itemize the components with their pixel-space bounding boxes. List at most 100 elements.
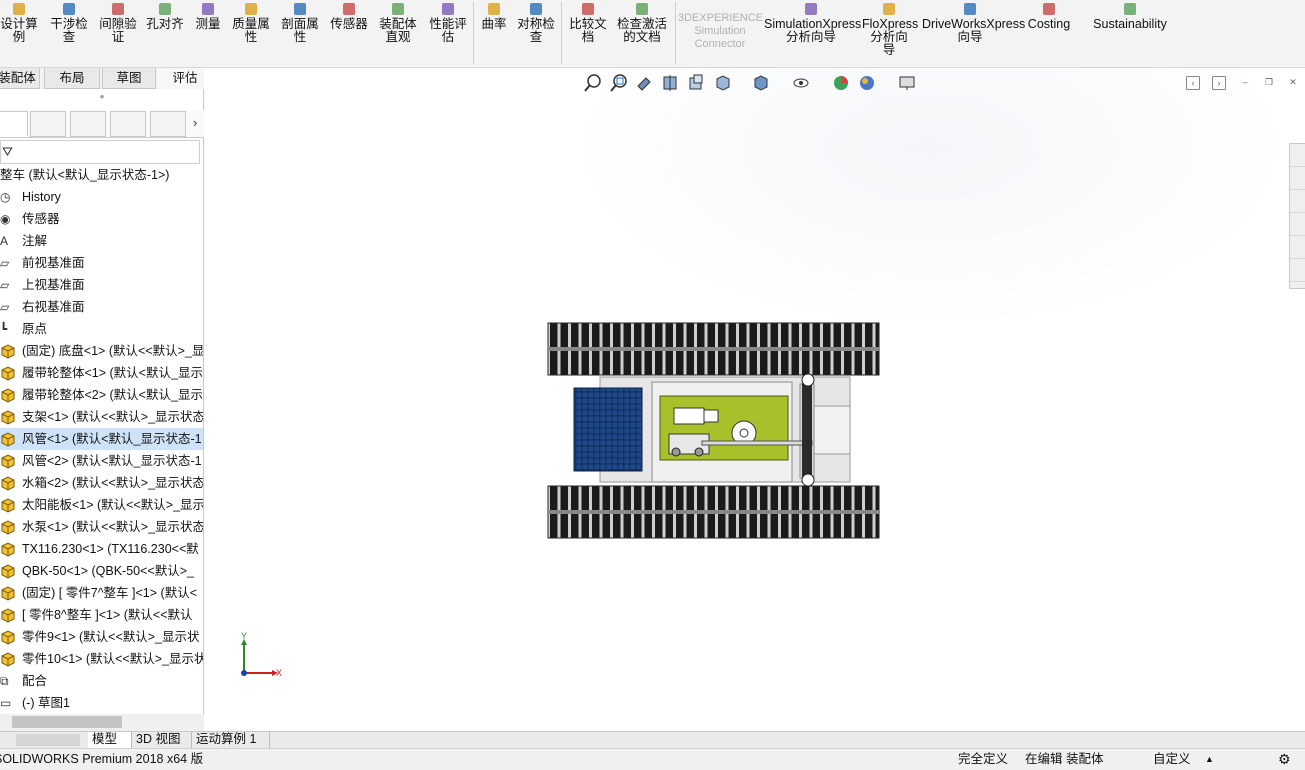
manager-tabs: ›	[0, 110, 204, 138]
tree-root-assembly[interactable]: 整车 (默认<默认_显示状态-1>)	[0, 164, 203, 186]
design-study-button[interactable]: 设计算 例	[0, 0, 38, 44]
edit-appearance-icon[interactable]	[830, 72, 852, 94]
design-library-icon[interactable]	[1290, 168, 1305, 190]
restore-icon[interactable]: ❐	[1262, 76, 1276, 90]
dimxpertmanager-tab[interactable]	[110, 111, 146, 137]
track-assembly-bottom[interactable]	[547, 485, 880, 539]
tile-right-icon[interactable]: ›	[1212, 76, 1226, 90]
tree-item[interactable]: 水泵<1> (默认<<默认>_显示状态	[0, 516, 203, 538]
assemblyxpert-button[interactable]: 装配体 直观	[376, 0, 420, 44]
driveworksxpress-icon	[961, 0, 979, 18]
tree-item[interactable]: 风管<2> (默认<默认_显示状态-1	[0, 450, 203, 472]
tree-item[interactable]: 履带轮整体<1> (默认<默认_显示	[0, 362, 203, 384]
tree-filter[interactable]: ⛛	[0, 140, 200, 164]
solidworks-resources-icon[interactable]	[1290, 145, 1305, 167]
configurationmanager-tab[interactable]	[70, 111, 106, 137]
displaymanager-tab[interactable]	[150, 111, 186, 137]
ribbon-button-label: 间隙验 证	[99, 17, 137, 44]
solar-panel-part[interactable]	[573, 387, 643, 472]
tab-2[interactable]: 草图	[102, 68, 156, 89]
plane-icon: ▱	[0, 278, 10, 292]
check-active-document-button[interactable]: 检查激活 的文档	[614, 0, 670, 44]
tree-item[interactable]: ┗ 原点	[0, 318, 203, 340]
tree-item[interactable]: ⧉ 配合	[0, 670, 203, 692]
tree-item[interactable]: (固定) 底盘<1> (默认<<默认>_显	[0, 340, 203, 362]
air-duct-part[interactable]	[701, 440, 813, 446]
tree-item[interactable]: ▭ (-) 草图1	[0, 692, 203, 714]
compare-documents-button[interactable]: 比较文 档	[566, 0, 610, 44]
display-style-icon[interactable]	[750, 72, 772, 94]
bottom-tab-1[interactable]: 3D 视图	[132, 732, 192, 748]
mass-properties-button[interactable]: 质量属 性	[229, 0, 273, 44]
apply-scene-icon[interactable]	[856, 72, 878, 94]
sensor-button[interactable]: 传感器	[327, 0, 371, 31]
minimize-icon[interactable]: –	[1238, 76, 1252, 90]
view-palette-icon[interactable]	[1290, 214, 1305, 236]
floxpress-button[interactable]: FloXpress 分析向 导	[862, 0, 918, 57]
sustainability-button[interactable]: Sustainability	[1092, 0, 1168, 31]
tree-item[interactable]: 履带轮整体<2> (默认<默认_显示	[0, 384, 203, 406]
graphics-area[interactable]: Y X	[204, 68, 1305, 731]
section-view-icon[interactable]	[660, 72, 682, 94]
clearance-verification-button[interactable]: 间隙验 证	[96, 0, 140, 44]
tree-item[interactable]: ◷ History	[0, 186, 203, 208]
custom-properties-icon[interactable]	[1290, 260, 1305, 282]
bottom-tab-2[interactable]: 运动算例 1	[192, 732, 270, 748]
driveworksxpress-button[interactable]: DriveWorksXpress 向导	[922, 0, 1025, 44]
tree-item[interactable]: [ 零件8^整车 ]<1> (默认<<默认	[0, 604, 203, 626]
tree-item[interactable]: A 注解	[0, 230, 203, 252]
measure-button[interactable]: 测量	[192, 0, 224, 31]
tree-item[interactable]: 风管<1> (默认<默认_显示状态-1	[0, 428, 203, 450]
view-settings-icon[interactable]	[896, 72, 918, 94]
tab-0[interactable]: 装配体	[0, 68, 40, 89]
tree-item[interactable]: 太阳能板<1> (默认<<默认>_显示	[0, 494, 203, 516]
appearances-icon[interactable]	[1290, 237, 1305, 259]
view-orientation-icon[interactable]	[712, 72, 734, 94]
hole-alignment-button[interactable]: 孔对齐	[144, 0, 186, 31]
units-dropdown-icon[interactable]: ▲	[1205, 749, 1214, 769]
close-icon[interactable]: ✕	[1286, 76, 1300, 90]
tree-item[interactable]: 支架<1> (默认<<默认>_显示状态	[0, 406, 203, 428]
help-icon[interactable]: ⚙	[1278, 749, 1291, 769]
track-assembly-top[interactable]	[547, 322, 880, 376]
tab-1[interactable]: 布局	[44, 68, 100, 89]
propertymanager-tab[interactable]	[30, 111, 66, 137]
scrollbar-thumb[interactable]	[12, 716, 122, 728]
interference-check-button[interactable]: 干涉检 查	[46, 0, 92, 44]
previous-view-icon[interactable]	[634, 72, 656, 94]
tree-horizontal-scrollbar[interactable]	[0, 714, 204, 731]
units-selector[interactable]: 自定义	[1153, 749, 1191, 769]
tree-item[interactable]: TX116.230<1> (TX116.230<<默	[0, 538, 203, 560]
symmetry-check-button[interactable]: 对称检 查	[514, 0, 558, 44]
more-tabs-chevron-icon[interactable]: ›	[193, 115, 197, 130]
tree-item[interactable]: ◉ 传感器	[0, 208, 203, 230]
check-active-document-icon	[633, 0, 651, 18]
tree-item[interactable]: 水箱<2> (默认<<默认>_显示状态	[0, 472, 203, 494]
simulationxpress-button[interactable]: SimulationXpress 分析向导	[764, 0, 861, 44]
tree-item[interactable]: (固定) [ 零件7^整车 ]<1> (默认<	[0, 582, 203, 604]
file-explorer-icon[interactable]	[1290, 191, 1305, 213]
panel-collapse-handle[interactable]: ●	[0, 92, 204, 108]
tree-item[interactable]: ▱ 前视基准面	[0, 252, 203, 274]
zoom-to-fit-icon[interactable]	[582, 72, 604, 94]
tree-item[interactable]: 零件10<1> (默认<<默认>_显示状	[0, 648, 203, 670]
tree-item[interactable]: ▱ 上视基准面	[0, 274, 203, 296]
tab-scroll-arrows-icon[interactable]	[16, 734, 80, 746]
costing-button[interactable]: Costing	[1024, 0, 1074, 31]
tree-item[interactable]: QBK-50<1> (QBK-50<<默认>_	[0, 560, 203, 582]
assembly-model[interactable]	[204, 68, 1305, 731]
dynamic-annotation-views-icon[interactable]	[686, 72, 708, 94]
section-properties-button[interactable]: 剖面属 性	[278, 0, 322, 44]
curvature-button[interactable]: 曲率	[478, 0, 510, 31]
tree-item[interactable]: 零件9<1> (默认<<默认>_显示状	[0, 626, 203, 648]
tile-left-icon[interactable]: ‹	[1186, 76, 1200, 90]
hide-show-items-icon[interactable]	[790, 72, 812, 94]
compare-documents-icon	[579, 0, 597, 18]
featuremanager-tab[interactable]	[0, 111, 28, 137]
tree-item[interactable]: ▱ 右视基准面	[0, 296, 203, 318]
part-icon	[0, 563, 17, 579]
performance-evaluation-button[interactable]: 性能评 估	[426, 0, 470, 44]
zoom-to-area-icon[interactable]	[608, 72, 630, 94]
bottom-tab-0[interactable]: 模型	[88, 732, 132, 748]
section-properties-icon	[291, 0, 309, 18]
